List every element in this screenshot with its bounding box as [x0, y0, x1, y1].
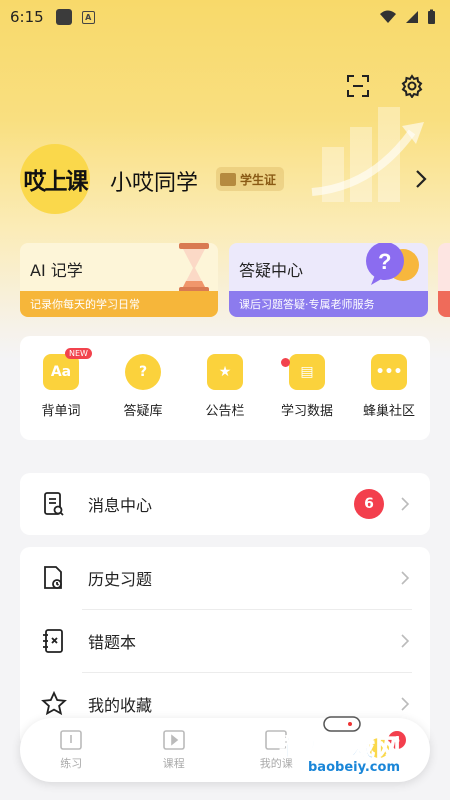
- bulletin-icon: ★: [207, 354, 243, 390]
- quick-vocabulary[interactable]: Aa NEW 背单词: [21, 348, 101, 440]
- chart-board-icon: ▤: [289, 354, 325, 390]
- avatar[interactable]: 哎上课: [20, 144, 90, 214]
- notification-icon: [55, 9, 72, 25]
- menu-item-mistakes[interactable]: 错题本: [20, 610, 430, 672]
- username[interactable]: 小哎同学: [110, 165, 198, 197]
- ai-journal-subtitle: 记录你每天的学习日常: [20, 291, 218, 317]
- tab-courses[interactable]: 课程: [139, 729, 209, 771]
- quick-learning-data-label: 学习数据: [280, 404, 333, 419]
- message-count-badge: 6: [354, 489, 384, 519]
- chevron-right-icon: [401, 634, 410, 648]
- quick-actions-panel: Aa NEW 背单词 ? 答疑库 ★ 公告栏 ▤ 学习数据 ••• 蜂巢社区: [20, 336, 430, 440]
- status-bar: 6:15 A: [0, 0, 450, 34]
- message-center-label: 消息中心: [88, 496, 153, 515]
- student-id-label: 学生证: [240, 172, 277, 187]
- qa-center-subtitle: 课后习题答疑·专属老师服务: [229, 291, 428, 317]
- quick-vocabulary-label: 背单词: [41, 404, 81, 419]
- ai-journal-title: AI 记学: [30, 261, 83, 280]
- chevron-right-icon: [401, 571, 410, 585]
- svg-text:?: ?: [378, 249, 391, 274]
- menu-item-mistakes-label: 错题本: [88, 633, 137, 652]
- watermark-url: baobeiy.com: [308, 760, 400, 775]
- wifi-icon: [380, 10, 396, 23]
- mistake-book-icon: [40, 628, 68, 654]
- font-icon: A: [81, 10, 95, 24]
- third-card-strip: [438, 291, 450, 317]
- quick-community[interactable]: ••• 蜂巢社区: [349, 354, 429, 440]
- menu-item-history-label: 历史习题: [88, 570, 153, 589]
- watermark-title: 宝贝游戏网: [276, 734, 401, 763]
- tab-courses-label: 课程: [162, 757, 185, 770]
- ai-journal-card[interactable]: AI 记学 记录你每天的学习日常: [20, 243, 218, 317]
- chevron-right-icon: [401, 497, 410, 511]
- avatar-logo-text: 哎上课: [23, 169, 89, 195]
- chevron-right-icon: [401, 697, 410, 711]
- quick-bulletin-label: 公告栏: [205, 404, 245, 419]
- tab-practice[interactable]: 练习: [36, 729, 106, 771]
- play-icon: [162, 730, 185, 750]
- question-bubble-icon: ?: [366, 243, 419, 285]
- id-card-icon: [220, 172, 236, 186]
- book-icon: [60, 730, 83, 750]
- student-id-badge[interactable]: 学生证: [216, 167, 285, 191]
- quick-qa-library[interactable]: ? 答疑库: [103, 354, 183, 440]
- menu-panel: 历史习题 错题本 我的收藏: [20, 547, 430, 747]
- history-doc-icon: [40, 565, 68, 591]
- quick-learning-data[interactable]: ▤ 学习数据: [267, 354, 347, 440]
- quick-bulletin[interactable]: ★ 公告栏: [185, 354, 265, 440]
- menu-item-favorites-label: 我的收藏: [88, 696, 153, 715]
- quick-community-label: 蜂巢社区: [362, 404, 415, 419]
- profile-chevron-right-icon[interactable]: [412, 168, 430, 190]
- signal-icon: [406, 11, 418, 23]
- message-center-row[interactable]: 消息中心 6: [20, 473, 430, 535]
- chat-bubble-icon: •••: [371, 354, 407, 390]
- qa-center-card[interactable]: 答疑中心 ? 课后习题答疑·专属老师服务: [229, 243, 428, 317]
- document-search-icon: [40, 491, 68, 517]
- third-card-partial[interactable]: [438, 243, 450, 317]
- qa-center-title: 答疑中心: [239, 261, 304, 280]
- status-time: 6:15: [10, 8, 44, 26]
- profile-screen: 6:15 A 哎上课 小哎同学 学生证 AI 记学 记录你每天的学习日常 答疑中…: [0, 0, 450, 800]
- star-icon: [40, 691, 68, 717]
- battery-icon: [428, 9, 435, 24]
- tab-practice-label: 练习: [60, 757, 83, 770]
- unread-dot: [281, 358, 290, 367]
- quick-qa-library-label: 答疑库: [123, 404, 163, 419]
- new-tag: NEW: [65, 348, 92, 359]
- question-icon: ?: [125, 354, 161, 390]
- menu-item-history[interactable]: 历史习题: [20, 547, 430, 609]
- watermark: 宝贝游戏网 baobeiy.com: [276, 716, 446, 782]
- vocabulary-icon: Aa: [43, 354, 79, 390]
- message-center-panel: 消息中心 6: [20, 473, 430, 535]
